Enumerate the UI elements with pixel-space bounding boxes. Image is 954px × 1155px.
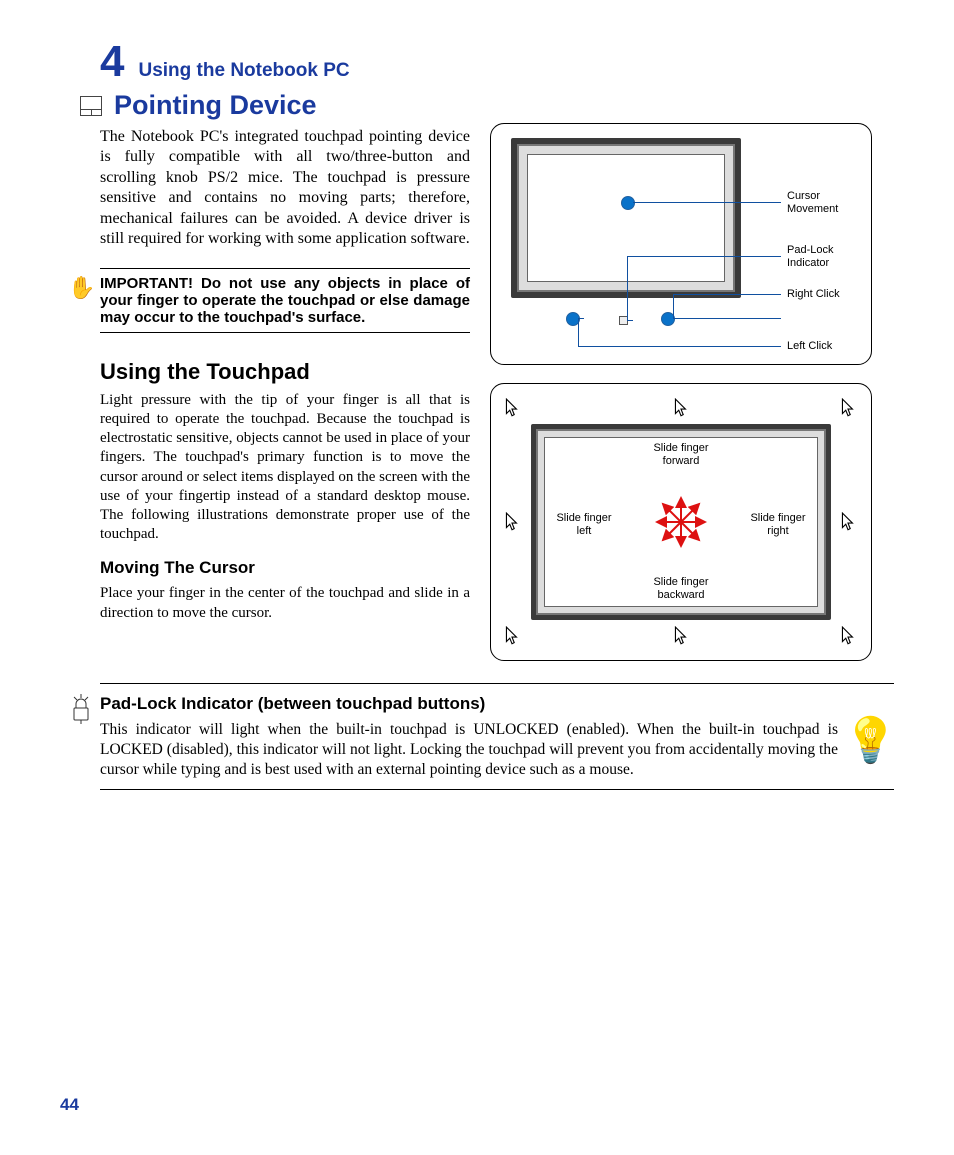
dot-cursor-movement xyxy=(621,196,635,210)
cursor-icon xyxy=(674,398,688,418)
section-title-pointing-device: Pointing Device xyxy=(114,90,317,121)
cursor-icon xyxy=(841,398,855,418)
padlock-shine-icon xyxy=(70,694,92,728)
lightbulb-icon: 💡 xyxy=(843,714,898,766)
divider xyxy=(100,789,894,790)
chapter-number: 4 xyxy=(100,40,124,84)
para-pointing-device: The Notebook PC's integrated touchpad po… xyxy=(100,127,470,250)
arrows-starburst-icon xyxy=(651,492,711,552)
label-slide-forward: Slide finger forward xyxy=(646,442,716,467)
label-slide-right: Slide finger right xyxy=(743,512,813,537)
cursor-icon xyxy=(505,626,519,646)
para-using-touchpad: Light pressure with the tip of your fing… xyxy=(100,391,470,545)
figure-touchpad-layout: Cursor Movement Pad-Lock Indicator Right… xyxy=(490,123,872,365)
callout-important: IMPORTANT! Do not use any objects in pla… xyxy=(100,275,470,326)
cursor-icon xyxy=(674,626,688,646)
label-padlock-indicator: Pad-Lock Indicator xyxy=(787,244,833,269)
figure-touchpad-gestures: Slide finger forward Slide finger left S… xyxy=(490,383,872,661)
divider xyxy=(100,683,894,684)
cursor-icon xyxy=(841,626,855,646)
cursor-icon xyxy=(505,398,519,418)
cursor-icon xyxy=(505,512,519,532)
chapter-title: Using the Notebook PC xyxy=(138,60,349,82)
para-moving-cursor: Place your finger in the center of the t… xyxy=(100,584,470,622)
label-right-click: Right Click xyxy=(787,288,840,301)
hand-icon: ✋ xyxy=(68,275,95,301)
para-padlock-indicator: This indicator will light when the built… xyxy=(100,720,894,779)
label-slide-backward: Slide finger backward xyxy=(646,576,716,601)
section-title-padlock-indicator: Pad-Lock Indicator (between touchpad but… xyxy=(100,694,894,714)
page-number: 44 xyxy=(60,1095,79,1115)
label-cursor-movement: Cursor Movement xyxy=(787,190,838,215)
section-title-moving-cursor: Moving The Cursor xyxy=(100,558,470,578)
cursor-icon xyxy=(841,512,855,532)
touchpad-icon xyxy=(80,96,102,116)
label-left-click: Left Click xyxy=(787,340,832,353)
section-title-using-touchpad: Using the Touchpad xyxy=(100,359,470,385)
label-slide-left: Slide finger left xyxy=(549,512,619,537)
